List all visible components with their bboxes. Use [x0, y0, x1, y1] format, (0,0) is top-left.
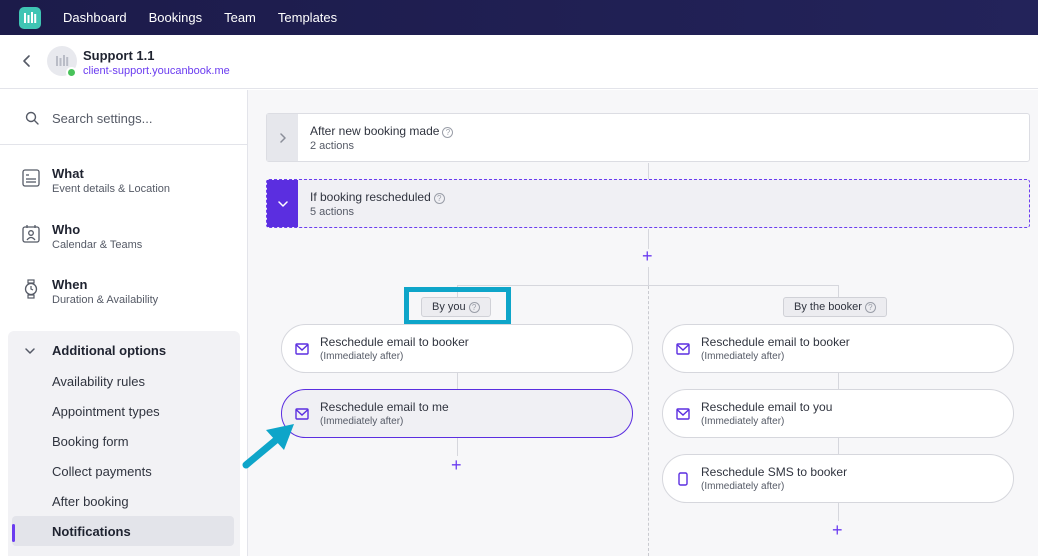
online-status-dot [66, 67, 77, 78]
person-icon [22, 225, 40, 243]
trigger-expand-toggle[interactable] [267, 114, 298, 161]
connector-line [838, 503, 839, 521]
trigger-title: After new booking made [310, 124, 440, 138]
sidebar-item-after-booking[interactable]: After booking [52, 494, 129, 509]
action-timing: (Immediately after) [701, 351, 785, 362]
back-chevron-icon[interactable] [19, 53, 35, 69]
action-timing: (Immediately after) [701, 416, 785, 427]
list-icon [22, 169, 40, 187]
phone-icon [678, 472, 688, 486]
highlight-box [404, 287, 511, 325]
sidebar-item-subtitle: Calendar & Teams [52, 239, 143, 251]
help-icon[interactable]: ? [442, 127, 454, 138]
mail-icon [676, 408, 690, 420]
top-nav: Dashboard Bookings Team Templates [0, 0, 1038, 35]
nav-templates[interactable]: Templates [278, 10, 337, 25]
nav-team[interactable]: Team [224, 10, 256, 25]
sidebar-item-booking-form[interactable]: Booking form [52, 434, 129, 449]
connector-line [648, 267, 649, 285]
sidebar-item-availability-rules[interactable]: Availability rules [52, 374, 145, 389]
trigger-action-count: 5 actions [310, 206, 355, 218]
sidebar-item-title: What [52, 166, 84, 181]
action-card[interactable]: Reschedule email to booker (Immediately … [281, 324, 633, 373]
action-timing: (Immediately after) [320, 416, 404, 427]
sidebar-item-title: Who [52, 222, 81, 237]
sidebar-item-title: When [52, 277, 88, 292]
help-icon[interactable]: ? [433, 193, 445, 204]
trigger-collapse-toggle[interactable] [267, 180, 298, 227]
connector-line [838, 438, 839, 454]
app-logo[interactable] [19, 6, 41, 29]
action-title: Reschedule email to booker [320, 335, 469, 349]
sidebar-item-when[interactable]: When Duration & Availability [0, 267, 247, 321]
sidebar-item-subtitle: Event details & Location [52, 183, 171, 195]
settings-search [0, 90, 247, 145]
nav-dashboard[interactable]: Dashboard [63, 10, 127, 25]
avatar-logo-icon [56, 55, 69, 66]
sidebar-item-collect-payments[interactable]: Collect payments [52, 464, 152, 479]
branch-divider [648, 286, 649, 556]
trigger-after-new-booking[interactable]: After new booking made? 2 actions [266, 113, 1030, 162]
nav-bookings[interactable]: Bookings [149, 10, 202, 25]
workflow-canvas: After new booking made? 2 actions If boo… [248, 90, 1038, 556]
chevron-down-icon [277, 200, 288, 207]
mail-icon [295, 343, 309, 355]
connector-line [838, 373, 839, 389]
chevron-down-icon [25, 348, 35, 354]
chevron-right-icon [279, 132, 286, 143]
sidebar-item-what[interactable]: What Event details & Location [0, 156, 247, 210]
action-card[interactable]: Reschedule email to booker (Immediately … [662, 324, 1014, 373]
connector-line [457, 373, 458, 389]
connector-line [457, 438, 458, 456]
trigger-action-count: 2 actions [310, 140, 355, 152]
add-action-plus[interactable]: + [832, 521, 843, 539]
sidebar-item-appointment-types[interactable]: Appointment types [52, 404, 160, 419]
active-item-indicator [12, 524, 15, 542]
sidebar-item-notifications[interactable]: Notifications [52, 524, 131, 539]
action-title: Reschedule email to booker [701, 335, 850, 349]
action-timing: (Immediately after) [320, 351, 404, 362]
logo-icon [24, 11, 37, 23]
add-branch-plus[interactable]: + [642, 247, 653, 265]
action-title: Reschedule email to you [701, 400, 833, 414]
branch-label-by-booker: By the booker? [783, 297, 887, 317]
add-action-plus[interactable]: + [451, 456, 462, 474]
action-card[interactable]: Reschedule SMS to booker (Immediately af… [662, 454, 1014, 503]
trigger-title-wrap: If booking rescheduled? [310, 190, 445, 204]
page-header: Support 1.1 client-support.youcanbook.me [0, 35, 1038, 89]
search-icon [25, 111, 39, 125]
settings-sidebar: What Event details & Location Who Calend… [0, 90, 248, 556]
help-icon[interactable]: ? [864, 302, 876, 313]
branch-label-text: By the booker [794, 301, 862, 313]
action-timing: (Immediately after) [701, 481, 785, 492]
action-card[interactable]: Reschedule email to you (Immediately aft… [662, 389, 1014, 438]
page-title: Support 1.1 [83, 48, 155, 63]
trigger-if-booking-rescheduled[interactable]: If booking rescheduled? 5 actions [266, 179, 1030, 228]
additional-options-panel: Additional options Availability rules Ap… [8, 331, 240, 556]
trigger-title-wrap: After new booking made? [310, 124, 454, 138]
action-card-selected[interactable]: Reschedule email to me (Immediately afte… [281, 389, 633, 438]
additional-options-toggle[interactable]: Additional options [8, 339, 240, 363]
search-input[interactable] [52, 108, 232, 128]
additional-options-title: Additional options [52, 343, 167, 358]
watch-icon [24, 279, 38, 299]
action-title: Reschedule email to me [320, 400, 449, 414]
trigger-title: If booking rescheduled [310, 190, 431, 204]
sidebar-item-subtitle: Duration & Availability [52, 294, 159, 306]
sidebar-item-who[interactable]: Who Calendar & Teams [0, 212, 247, 266]
booking-page-link[interactable]: client-support.youcanbook.me [83, 65, 230, 77]
connector-line [838, 285, 839, 297]
connector-line [648, 163, 649, 179]
action-title: Reschedule SMS to booker [701, 465, 848, 479]
annotation-arrow-icon [242, 424, 294, 469]
mail-icon [676, 343, 690, 355]
